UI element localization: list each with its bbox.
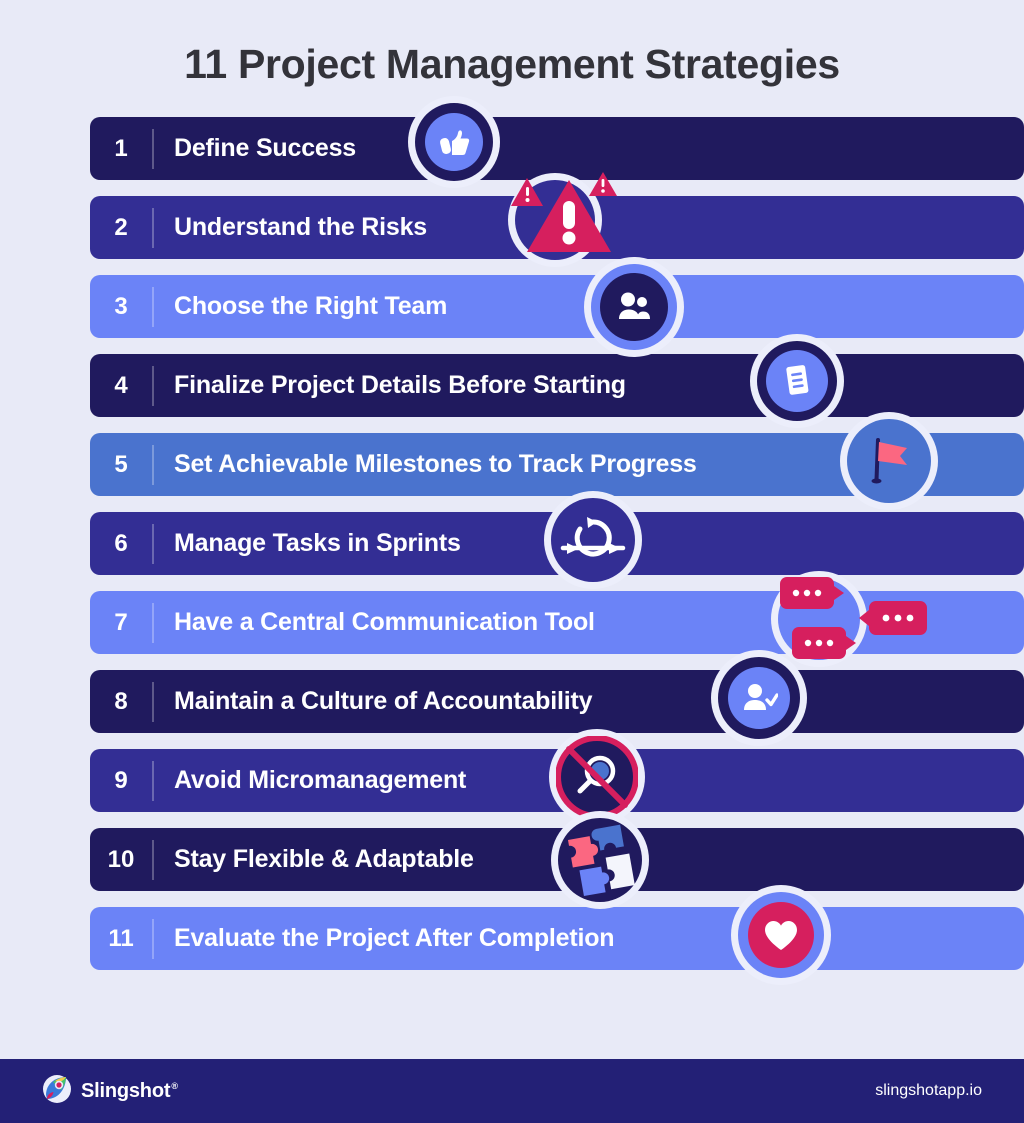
brand-name: Slingshot® (81, 1079, 178, 1102)
strategy-bar-9[interactable]: 9 Avoid Micromanagement (90, 749, 1024, 813)
strategy-number: 11 (108, 924, 134, 952)
list-item: 10 Stay Flexible & Adaptable (90, 818, 1024, 903)
strategy-number: 2 (114, 213, 128, 241)
brand-logo[interactable]: Slingshot® (42, 1074, 178, 1109)
strategy-number: 1 (114, 134, 128, 162)
strategy-bar-1[interactable]: 1 Define Success (90, 117, 1024, 181)
strategy-bar-2[interactable]: 2 Understand the Risks (90, 196, 1024, 260)
strategy-label: Avoid Micromanagement (174, 766, 467, 795)
list-item: 2 Understand the Risks (90, 172, 1024, 261)
strategy-label: Stay Flexible & Adaptable (174, 845, 474, 874)
strategy-bar-11[interactable]: 11 Evaluate the Project After Completion (90, 907, 1024, 971)
list-item: 3 Choose the Right Team (90, 264, 1024, 351)
strategy-number: 4 (114, 371, 128, 399)
list-item: 11 Evaluate the Project After Completion (90, 892, 1024, 979)
strategy-number: 3 (114, 292, 128, 320)
strategy-label: Evaluate the Project After Completion (174, 924, 615, 953)
website-url[interactable]: slingshotapp.io (875, 1082, 982, 1100)
list-item: 9 Avoid Micromanagement (90, 736, 1024, 819)
strategy-number: 9 (114, 766, 128, 794)
strategy-label: Finalize Project Details Before Starting (174, 371, 626, 400)
strategy-bar-7[interactable]: 7 Have a Central Communication Tool (90, 591, 1024, 655)
slingshot-rocket-logo (42, 1074, 72, 1109)
footer-bar: Slingshot® slingshotapp.io (0, 1059, 1024, 1123)
strategy-number: 10 (107, 845, 135, 873)
strategy-label: Have a Central Communication Tool (174, 608, 595, 637)
strategy-number: 8 (114, 687, 128, 715)
strategy-label: Understand the Risks (174, 213, 428, 242)
strategy-number: 6 (114, 529, 128, 557)
strategy-list: 1 Define Success 2 Understand the Risks (0, 103, 1024, 997)
strategy-number: 5 (114, 450, 128, 478)
list-item: 7 Have a Central Communication Tool (90, 577, 1024, 661)
strategy-label: Choose the Right Team (174, 292, 448, 321)
strategy-label: Define Success (174, 134, 357, 163)
strategy-label: Maintain a Culture of Accountability (174, 687, 593, 716)
strategy-bar-3[interactable]: 3 Choose the Right Team (90, 275, 1024, 339)
strategy-bar-10[interactable]: 10 Stay Flexible & Adaptable (90, 828, 1024, 892)
page-title: 11 Project Management Strategies (184, 41, 840, 87)
list-item: 6 Manage Tasks in Sprints (90, 498, 1024, 583)
strategy-bar-4[interactable]: 4 Finalize Project Details Before Starti… (90, 354, 1024, 418)
strategy-number: 7 (114, 608, 128, 636)
strategy-label: Set Achievable Milestones to Track Progr… (174, 450, 697, 479)
trademark-symbol: ® (171, 1080, 178, 1091)
strategy-bar-8[interactable]: 8 Maintain a Culture of Accountability (90, 670, 1024, 734)
list-item: 5 Set Achievable Milestones to Track Pro… (90, 419, 1024, 504)
strategy-bar-5[interactable]: 5 Set Achievable Milestones to Track Pro… (90, 433, 1024, 497)
list-item: 8 Maintain a Culture of Accountability (90, 657, 1024, 740)
list-item: 4 Finalize Project Details Before Starti… (90, 341, 1024, 422)
strategy-label: Manage Tasks in Sprints (174, 529, 461, 558)
strategy-bar-6[interactable]: 6 Manage Tasks in Sprints (90, 512, 1024, 576)
list-item: 1 Define Success (90, 103, 1024, 182)
